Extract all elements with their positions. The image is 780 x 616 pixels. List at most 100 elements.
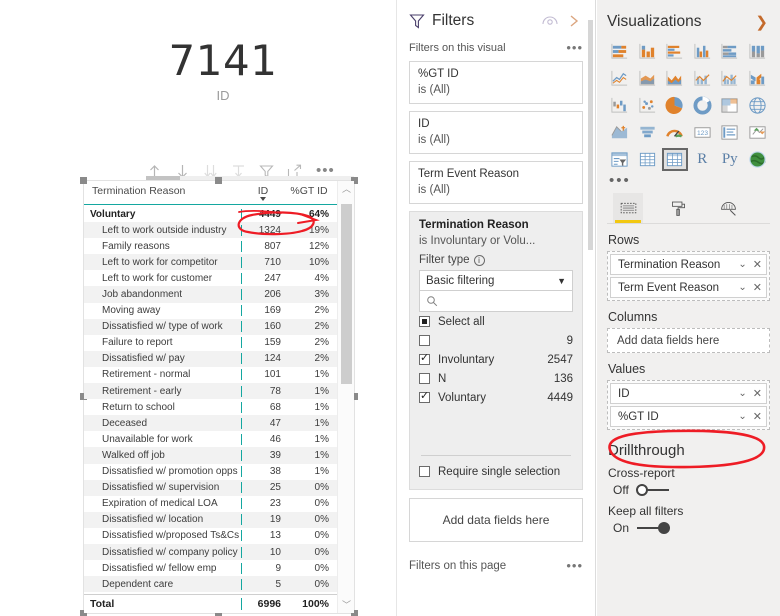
donut-chart-icon[interactable] — [690, 94, 716, 117]
visual-more-options-button[interactable]: ••• — [316, 163, 335, 178]
matrix-row[interactable]: Left to work for customer 247 4% — [84, 270, 337, 286]
matrix-row[interactable]: Left to work for competitor 710 10% — [84, 254, 337, 271]
clustered-column-chart-icon[interactable] — [690, 40, 716, 63]
matrix-row[interactable]: Dissatisfied w/ fellow emp 9 0% — [84, 560, 337, 576]
matrix-row[interactable]: Return to school 68 1% — [84, 399, 337, 415]
kpi-card[interactable]: 7141 ID — [118, 38, 328, 143]
matrix-visual[interactable]: Termination Reason ID %GT ID Voluntary 44… — [80, 177, 358, 616]
arcgis-maps-icon[interactable] — [745, 148, 771, 171]
area-chart-icon[interactable] — [635, 67, 661, 90]
field-well-bucket[interactable]: Termination Reason ⌄ ✕ Term Event Reason ⌄ ✕ — [607, 251, 770, 301]
map-icon[interactable] — [745, 94, 771, 117]
remove-field-icon[interactable]: ✕ — [753, 258, 762, 271]
field-chip[interactable]: %GT ID ⌄ ✕ — [610, 406, 767, 427]
scatter-chart-icon[interactable] — [635, 94, 661, 117]
matrix-row[interactable]: Dissatisfied w/ pay 124 2% — [84, 350, 337, 367]
hundred-percent-stacked-bar-chart-icon[interactable] — [717, 40, 743, 63]
stacked-area-chart-icon[interactable] — [662, 67, 688, 90]
keep-all-filters-toggle-row[interactable]: On — [607, 521, 770, 535]
remove-field-icon[interactable]: ✕ — [753, 387, 762, 400]
expand-chevron-icon[interactable] — [565, 13, 583, 29]
line-stacked-column-chart-icon[interactable] — [690, 67, 716, 90]
ribbon-chart-icon[interactable] — [745, 67, 771, 90]
field-well-empty-dropzone[interactable]: Add data fields here — [607, 328, 770, 353]
matrix-row[interactable]: Retirement - normal 101 1% — [84, 367, 337, 383]
matrix-vertical-scrollbar[interactable]: ︿ ﹀ — [337, 181, 354, 613]
select-all-checkbox[interactable] — [419, 316, 430, 327]
remove-field-icon[interactable]: ✕ — [753, 410, 762, 423]
line-chart-icon[interactable] — [607, 67, 633, 90]
field-well-bucket[interactable]: ID ⌄ ✕ %GT ID ⌄ ✕ — [607, 380, 770, 430]
field-chip[interactable]: Termination Reason ⌄ ✕ — [610, 254, 767, 275]
field-wells[interactable]: Rows Termination Reason ⌄ ✕ Term Event Reaso… — [607, 233, 770, 430]
report-canvas[interactable]: 7141 ID ••• Termination Reason ID %GT ID… — [0, 0, 396, 616]
matrix-row[interactable]: Voluntary 4449 64% — [84, 206, 337, 222]
line-clustered-column-chart-icon[interactable] — [717, 67, 743, 90]
filter-option-checkbox[interactable] — [419, 389, 430, 403]
filter-card[interactable]: Term Event Reason is (All) — [409, 161, 583, 204]
kpi-icon[interactable] — [745, 121, 771, 144]
matrix-rows-container[interactable]: Voluntary 4449 64% Left to work outside ind… — [84, 206, 337, 593]
visualization-type-gallery[interactable]: 123 R Py — [607, 40, 770, 171]
matrix-column-header-pct-gt-id[interactable]: %GT ID — [285, 185, 337, 197]
r-script-visual-icon[interactable]: R — [690, 148, 716, 171]
stacked-column-chart-icon[interactable] — [635, 40, 661, 63]
stacked-bar-chart-icon[interactable] — [607, 40, 633, 63]
filter-option-checkbox[interactable] — [419, 335, 430, 346]
clustered-bar-chart-icon[interactable] — [662, 40, 688, 63]
filter-option[interactable]: N 136 — [419, 369, 573, 388]
filters-pane-scrollbar[interactable] — [588, 0, 594, 616]
tab-fields[interactable] — [613, 193, 643, 223]
filter-require-single-selection[interactable]: Require single selection — [419, 462, 573, 481]
tab-format[interactable] — [663, 193, 693, 223]
remove-field-icon[interactable]: ✕ — [753, 281, 762, 294]
matrix-row[interactable]: Dissatisfied w/ supervision 25 0% — [84, 479, 337, 496]
chevron-down-icon[interactable]: ⌄ — [738, 388, 746, 399]
pie-chart-icon[interactable] — [662, 94, 688, 117]
matrix-row[interactable]: Expiration of medical LOA 23 0% — [84, 496, 337, 512]
filters-visual-more-button[interactable]: ••• — [566, 40, 583, 55]
filter-option[interactable]: Voluntary 4449 — [419, 388, 573, 407]
hundred-percent-stacked-column-chart-icon[interactable] — [745, 40, 771, 63]
filter-card[interactable]: %GT ID is (All) — [409, 61, 583, 104]
visualizations-pane[interactable]: Visualizations ❯ 123 R Py ••• Rows Terminat… — [597, 0, 780, 616]
matrix-row[interactable]: Dissatisfied w/ type of work 160 2% — [84, 318, 337, 335]
card-icon[interactable]: 123 — [690, 121, 716, 144]
filter-option[interactable]: Involuntary 2547 — [419, 350, 573, 369]
chevron-down-icon[interactable]: ⌄ — [738, 411, 746, 422]
matrix-icon[interactable] — [662, 148, 688, 171]
info-icon[interactable]: i — [473, 254, 485, 266]
filters-pane-scroll-thumb[interactable] — [588, 20, 593, 250]
keep-all-filters-toggle[interactable] — [636, 522, 671, 534]
matrix-row[interactable]: Left to work outside industry 1324 19% — [84, 222, 337, 239]
matrix-row[interactable]: Dissatisfied w/proposed Ts&Cs 13 0% — [84, 528, 337, 544]
filled-map-icon[interactable] — [607, 121, 633, 144]
matrix-column-header-id[interactable]: ID — [241, 185, 285, 201]
field-chip[interactable]: ID ⌄ ✕ — [610, 383, 767, 404]
gauge-chart-icon[interactable] — [662, 121, 688, 144]
filter-type-select[interactable]: Basic filtering ▼ — [419, 270, 573, 291]
waterfall-chart-icon[interactable] — [607, 94, 633, 117]
slicer-icon[interactable] — [607, 148, 633, 171]
matrix-row[interactable]: Unavailable for work 46 1% — [84, 431, 337, 447]
require-single-selection-checkbox[interactable] — [419, 466, 430, 477]
funnel-chart-icon[interactable] — [635, 121, 661, 144]
matrix-row[interactable]: Family reasons 807 12% — [84, 238, 337, 254]
filter-option-select-all[interactable]: Select all — [419, 312, 573, 331]
treemap-icon[interactable] — [717, 94, 743, 117]
scroll-up-arrow-icon[interactable]: ︿ — [338, 181, 355, 197]
matrix-row[interactable]: To work elsewhere50% — [84, 592, 337, 593]
filter-search-input[interactable] — [419, 291, 573, 312]
tab-analytics[interactable] — [713, 193, 743, 223]
filter-option-checkbox[interactable] — [419, 351, 430, 365]
filter-card-termination-reason[interactable]: Termination Reason is Involuntary or Vol… — [409, 211, 583, 490]
table-icon[interactable] — [635, 148, 661, 171]
multi-row-card-icon[interactable] — [717, 121, 743, 144]
more-visuals-button[interactable]: ••• — [609, 173, 770, 188]
filter-option-list[interactable]: 9 Involuntary 2547 N 136 Voluntary 4449 — [419, 331, 573, 407]
filter-card[interactable]: ID is (All) — [409, 111, 583, 154]
filter-option-checkbox[interactable] — [419, 373, 430, 384]
eye-icon[interactable] — [541, 13, 559, 29]
chevron-down-icon[interactable]: ⌄ — [738, 282, 746, 293]
cross-report-toggle-row[interactable]: Off — [607, 483, 770, 497]
